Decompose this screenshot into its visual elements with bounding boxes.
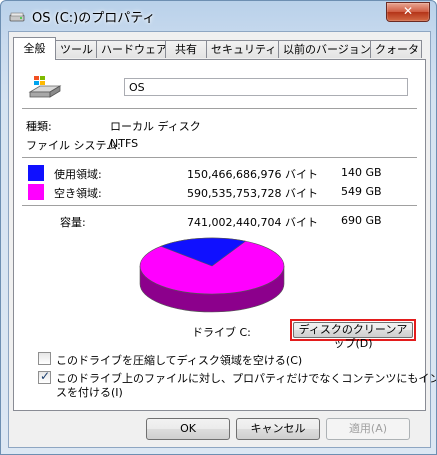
type-label: 種類:	[26, 120, 52, 133]
free-space-bytes: 590,535,753,728 バイト	[187, 187, 318, 200]
type-value: ローカル ディスク	[110, 120, 201, 133]
separator	[22, 205, 417, 207]
drive-letter-label: ドライブ C:	[192, 326, 251, 339]
separator	[22, 157, 417, 159]
checkmark-icon: ✓	[40, 369, 51, 383]
title-bar[interactable]: OS (C:)のプロパティ ✕	[1, 1, 436, 31]
general-panel: 種類: ローカル ディスク ファイル システム: NTFS 使用領域: 150,…	[13, 59, 436, 411]
free-space-label: 空き領域:	[54, 187, 102, 200]
cancel-button[interactable]: キャンセル	[236, 418, 320, 440]
tab-general[interactable]: 全般	[13, 37, 56, 60]
capacity-size: 690 GB	[341, 214, 382, 227]
tab-security[interactable]: セキュリティ	[206, 40, 279, 58]
tab-sharing[interactable]: 共有	[165, 40, 207, 58]
close-icon: ✕	[402, 4, 414, 18]
tab-tools[interactable]: ツール	[55, 40, 97, 58]
drive-icon	[9, 12, 25, 22]
dialog-client: 全般 ツール ハードウェア 共有 セキュリティ 以前のバージョン クォータ 種類…	[8, 31, 436, 448]
used-space-swatch	[28, 165, 44, 181]
compress-checkbox[interactable]	[38, 352, 51, 365]
compress-label[interactable]: このドライブを圧縮してディスク領域を空ける(C)	[56, 352, 302, 368]
used-space-label: 使用領域:	[54, 168, 102, 181]
disk-cleanup-label: ディスクのクリーンアップ(D)	[293, 322, 413, 350]
ok-button[interactable]: OK	[146, 418, 230, 440]
used-space-bytes: 150,466,686,976 バイト	[187, 168, 318, 181]
close-button[interactable]: ✕	[386, 2, 430, 22]
capacity-bytes: 741,002,440,704 バイト	[187, 216, 318, 229]
index-label-line2[interactable]: スを付ける(I)	[56, 384, 123, 400]
disk-cleanup-button[interactable]: ディスクのクリーンアップ(D)	[290, 319, 416, 350]
used-space-size: 140 GB	[341, 166, 382, 179]
filesystem-value: NTFS	[110, 137, 139, 150]
tab-hardware[interactable]: ハードウェア	[96, 40, 167, 58]
index-checkbox[interactable]: ✓	[38, 369, 51, 384]
filesystem-label: ファイル システム:	[26, 139, 121, 152]
free-space-swatch	[28, 184, 44, 200]
disk-usage-pie-chart	[139, 237, 285, 313]
separator	[22, 108, 417, 110]
window-title: OS (C:)のプロパティ	[32, 11, 156, 26]
free-space-size: 549 GB	[341, 185, 382, 198]
apply-button[interactable]: 適用(A)	[326, 418, 410, 440]
tab-quota[interactable]: クォータ	[370, 40, 422, 58]
properties-window: OS (C:)のプロパティ ✕ 全般 ツール ハードウェア 共有 セキュリティ …	[0, 0, 437, 455]
tab-previous-versions[interactable]: 以前のバージョン	[278, 40, 371, 58]
tab-strip: 全般 ツール ハードウェア 共有 セキュリティ 以前のバージョン クォータ	[13, 37, 426, 60]
capacity-label: 容量:	[60, 216, 86, 229]
windows-drive-icon	[28, 76, 62, 98]
drive-name-input[interactable]	[124, 78, 408, 96]
